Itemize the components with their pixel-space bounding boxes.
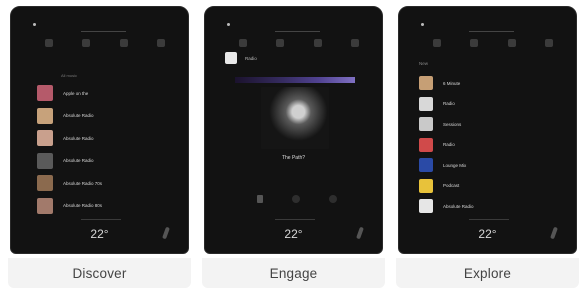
list-item-label: Absolute Radio 80s xyxy=(63,203,103,208)
bottom-divider xyxy=(275,219,315,220)
list-item-label: Absolute Radio xyxy=(63,158,94,163)
top-icon-row xyxy=(45,39,165,55)
album-cover xyxy=(261,87,329,149)
list-item[interactable]: Podcast xyxy=(419,176,569,196)
list-item-label: Radio xyxy=(443,142,455,147)
station-name: Radio xyxy=(245,55,257,61)
top-divider xyxy=(275,31,320,32)
list-item-label: Lounge Mix xyxy=(443,162,467,168)
search-icon[interactable] xyxy=(119,39,128,47)
engage-caption: Engage xyxy=(202,258,385,288)
music-icon[interactable] xyxy=(470,39,479,47)
home-icon[interactable] xyxy=(433,39,441,47)
album-art-thumb xyxy=(37,197,53,214)
temperature-readout: 22° xyxy=(90,227,109,241)
list-item-label: Absolute Radio xyxy=(63,135,94,141)
now-playing-header: Radio xyxy=(225,52,257,64)
list-item[interactable]: Absolute Radio xyxy=(37,150,177,172)
list-item-label: 6 Minute xyxy=(443,80,461,86)
home-icon[interactable] xyxy=(45,39,53,47)
bottom-divider xyxy=(81,219,121,220)
content-thumb xyxy=(419,117,433,131)
progress-waveform[interactable] xyxy=(235,77,355,83)
engage-card: Radio The Path? 22° Engage xyxy=(202,6,385,288)
explore-screen: New 6 Minute Radio Sessions Radio Lounge… xyxy=(398,6,577,254)
list-item[interactable]: Absolute Radio 70s xyxy=(37,172,177,194)
settings-icon[interactable] xyxy=(156,39,165,47)
playback-controls xyxy=(257,195,337,203)
content-thumb xyxy=(419,158,433,172)
content-thumb xyxy=(419,137,433,152)
list-item[interactable]: Absolute Radio xyxy=(37,127,177,149)
top-divider xyxy=(469,31,514,32)
temperature-readout: 22° xyxy=(478,227,497,241)
search-icon[interactable] xyxy=(313,39,322,47)
search-icon[interactable] xyxy=(507,39,516,47)
list-item[interactable]: Absolute Radio 80s xyxy=(37,195,177,217)
home-icon[interactable] xyxy=(239,39,247,47)
discover-screen: All music Apple on the Absolute Radio Ab… xyxy=(10,6,189,254)
camera-dot xyxy=(227,23,230,26)
discover-card: All music Apple on the Absolute Radio Ab… xyxy=(8,6,191,288)
list-item-label: Sessions xyxy=(443,121,462,127)
content-thumb xyxy=(419,76,433,90)
section-label: New xyxy=(419,61,429,66)
top-divider xyxy=(81,31,126,32)
section-label: All music xyxy=(61,73,78,78)
explore-list: 6 Minute Radio Sessions Radio Lounge Mix xyxy=(419,73,569,217)
list-item[interactable]: Sessions xyxy=(419,114,569,134)
previous-icon[interactable] xyxy=(257,195,263,203)
showcase: All music Apple on the Absolute Radio Ab… xyxy=(0,0,587,293)
content-thumb xyxy=(419,199,433,213)
list-item[interactable]: Absolute Radio xyxy=(419,196,569,216)
list-item-label: Absolute Radio 70s xyxy=(63,180,103,186)
content-thumb xyxy=(419,96,433,111)
list-item[interactable]: Absolute Radio xyxy=(37,105,177,127)
music-list: Apple on the Absolute Radio Absolute Rad… xyxy=(37,82,177,217)
list-item[interactable]: 6 Minute xyxy=(419,73,569,93)
list-item-label: Absolute Radio xyxy=(63,113,94,118)
camera-dot xyxy=(421,23,424,26)
discover-caption: Discover xyxy=(8,258,191,288)
bottom-divider xyxy=(469,219,509,220)
list-item-label: Radio xyxy=(443,101,455,106)
engage-screen: Radio The Path? 22° xyxy=(204,6,383,254)
list-item[interactable]: Apple on the xyxy=(37,82,177,104)
album-art-thumb xyxy=(37,85,53,101)
list-item[interactable]: Radio xyxy=(419,94,569,114)
music-icon[interactable] xyxy=(276,39,285,47)
next-icon[interactable] xyxy=(329,195,337,203)
list-item-label: Absolute Radio xyxy=(443,203,474,209)
station-logo-icon xyxy=(225,52,237,64)
settings-icon[interactable] xyxy=(350,39,359,47)
content-thumb xyxy=(419,178,433,193)
list-item-label: Podcast xyxy=(443,183,460,188)
settings-icon[interactable] xyxy=(544,39,553,47)
play-pause-icon[interactable] xyxy=(292,195,300,203)
explore-caption: Explore xyxy=(396,258,579,288)
camera-dot xyxy=(33,23,36,26)
album-art-thumb xyxy=(37,130,53,146)
album-art-thumb xyxy=(37,175,53,191)
top-icon-row xyxy=(433,39,553,55)
album-art-thumb xyxy=(37,107,53,124)
list-item[interactable]: Radio xyxy=(419,135,569,155)
temperature-readout: 22° xyxy=(284,227,303,241)
list-item-label: Apple on the xyxy=(63,90,89,96)
top-icon-row xyxy=(239,39,359,55)
song-title: The Path? xyxy=(281,155,306,161)
list-item[interactable]: Lounge Mix xyxy=(419,155,569,175)
explore-card: New 6 Minute Radio Sessions Radio Lounge… xyxy=(396,6,579,288)
music-icon[interactable] xyxy=(82,39,91,47)
album-art-thumb xyxy=(37,152,53,169)
